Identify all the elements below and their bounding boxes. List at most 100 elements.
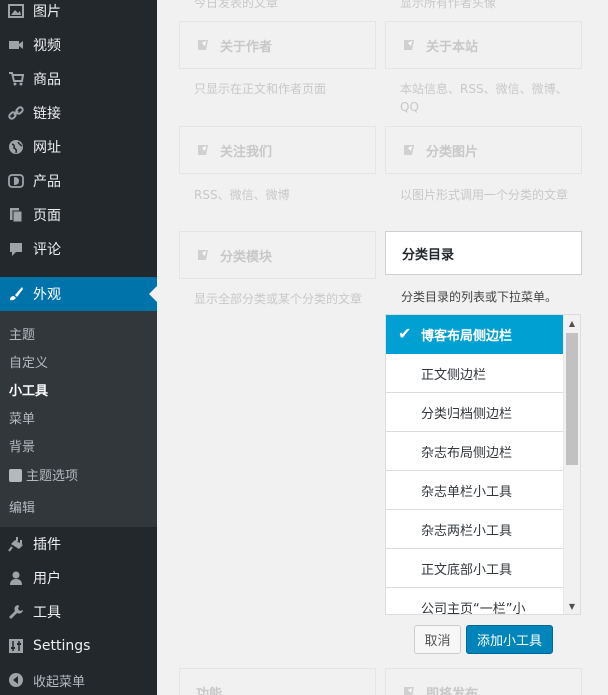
pages-icon	[6, 205, 26, 225]
widget-category-images[interactable]: 分类图片	[385, 126, 582, 174]
menu-label: 外观	[33, 287, 61, 303]
cart-icon	[6, 69, 26, 89]
submenu-menus[interactable]: 菜单	[9, 408, 35, 427]
widget-upcoming[interactable]: 即将发布	[385, 668, 582, 695]
sidebar-option-label: 正文侧边栏	[421, 367, 487, 383]
widget-desc: 本站信息、RSS、微信、微博、QQ	[400, 82, 568, 114]
widget-desc: 以图片形式调用一个分类的文章	[400, 188, 569, 202]
widget-categories-header[interactable]: 分类目录	[385, 231, 582, 275]
widget-follow-us[interactable]: 关注我们	[179, 126, 376, 174]
sidebar-option-label: 正文底部小工具	[421, 562, 513, 578]
widget-categories-desc: 分类目录的列表或下拉菜单。	[401, 290, 558, 304]
menu-item-video[interactable]: 视频	[0, 28, 157, 62]
submenu-background[interactable]: 背景	[9, 436, 35, 455]
menu-label: 商品	[33, 72, 61, 88]
menu-item-images[interactable]: 图片	[0, 0, 157, 28]
menu-item-tools[interactable]: 工具	[0, 595, 157, 629]
widget-about-site[interactable]: 关于本站	[385, 21, 582, 69]
sidebar-option[interactable]: 分类归档侧边栏	[386, 393, 565, 432]
widget-title: 功能	[196, 686, 223, 695]
widget-desc: 显示全部分类或某个分类的文章	[194, 292, 363, 306]
sidebar-option[interactable]: 正文底部小工具	[386, 549, 565, 588]
menu-item-appearance[interactable]: 外观	[0, 277, 157, 311]
menu-item-settings[interactable]: Settings	[0, 629, 157, 663]
menu-item-pages[interactable]: 页面	[0, 198, 157, 232]
globe-icon	[6, 137, 26, 157]
menu-label: 评论	[33, 242, 61, 258]
menu-item-comments[interactable]: 评论	[0, 232, 157, 266]
menu-item-urls[interactable]: 网址	[0, 130, 157, 164]
menu-item-collapse[interactable]: 收起菜单	[0, 663, 157, 695]
sidebar-option[interactable]: 杂志两栏小工具	[386, 510, 565, 549]
widget-title: 分类模块	[220, 249, 273, 265]
add-widget-button[interactable]: 添加小工具	[466, 625, 553, 654]
comment-icon	[6, 239, 26, 259]
sidebar-option-label: 杂志单栏小工具	[421, 484, 513, 500]
sidebar-option[interactable]: ✔ 博客布局侧边栏	[386, 315, 565, 354]
menu-label: 视频	[33, 38, 61, 54]
menu-label: 链接	[33, 106, 61, 122]
submenu-customize[interactable]: 自定义	[9, 352, 48, 371]
checkmark-icon: ✔	[398, 324, 412, 343]
widget-title: 即将发布	[426, 686, 479, 695]
widget-desc: 显示所有作者头像	[400, 0, 497, 10]
product-icon	[6, 171, 26, 191]
brush-icon	[6, 284, 26, 304]
widget-icon	[404, 40, 414, 50]
submenu-widgets[interactable]: 小工具	[9, 380, 48, 399]
link-icon	[6, 103, 26, 123]
sidebar-option[interactable]: 杂志单栏小工具	[386, 471, 565, 510]
theme-options-icon	[9, 469, 22, 482]
submenu-editor[interactable]: 编辑	[9, 497, 35, 516]
sidebar-option-label: 杂志布局侧边栏	[421, 445, 513, 461]
menu-label: 产品	[33, 174, 61, 190]
menu-item-product[interactable]: 产品	[0, 164, 157, 198]
wrench-icon	[6, 602, 26, 622]
sidebar-option-label: 分类归档侧边栏	[421, 406, 513, 422]
menu-label: 插件	[33, 537, 61, 553]
scroll-up-icon[interactable]: ▲	[564, 315, 580, 331]
menu-label: Settings	[33, 638, 91, 654]
scroll-down-icon[interactable]: ▼	[564, 598, 580, 614]
menu-label: 网址	[33, 140, 61, 156]
widget-icon	[198, 40, 208, 50]
sidebar-option[interactable]: 公司主页“一栏”小	[386, 588, 565, 614]
menu-item-users[interactable]: 用户	[0, 561, 157, 595]
scrollbar[interactable]: ▲ ▼	[563, 315, 580, 614]
menu-label: 收起菜单	[33, 674, 86, 690]
menu-item-links[interactable]: 链接	[0, 96, 157, 130]
widget-icon	[198, 250, 208, 260]
user-icon	[6, 568, 26, 588]
menu-label: 图片	[33, 4, 61, 20]
collapse-icon	[6, 670, 26, 690]
sidebar-option[interactable]: 杂志布局侧边栏	[386, 432, 565, 471]
menu-label: 工具	[33, 605, 61, 621]
submenu-themes[interactable]: 主题	[9, 324, 35, 343]
widget-category-module[interactable]: 分类模块	[179, 231, 376, 279]
admin-sidebar: 图片 视频 商品 链接 网址 产品 页面 评论 外观 主题 自定义 小工具 菜单…	[0, 0, 157, 695]
appearance-submenu: 主题 自定义 小工具 菜单 背景 主题选项 编辑	[0, 311, 157, 527]
menu-item-products[interactable]: 商品	[0, 62, 157, 96]
widget-about-author[interactable]: 关于作者	[179, 21, 376, 69]
sidebar-option-label: 博客布局侧边栏	[421, 328, 513, 344]
settings-icon	[6, 636, 26, 656]
widget-features[interactable]: 功能	[179, 668, 376, 695]
menu-label: 用户	[33, 571, 61, 587]
widget-title: 关注我们	[220, 144, 273, 160]
widget-desc: 今日发表的文章	[194, 0, 279, 10]
widget-title: 关于本站	[426, 39, 479, 55]
widget-icon	[198, 145, 208, 155]
sidebar-chooser-list[interactable]: ✔ 博客布局侧边栏 正文侧边栏 分类归档侧边栏 杂志布局侧边栏 杂志单栏小工具 …	[385, 314, 581, 615]
video-icon	[6, 35, 26, 55]
sidebar-option-label: 杂志两栏小工具	[421, 523, 513, 539]
scrollbar-thumb[interactable]	[566, 333, 578, 465]
plugin-icon	[6, 534, 26, 554]
widget-title: 关于作者	[220, 39, 273, 55]
submenu-theme-options[interactable]: 主题选项	[9, 465, 78, 484]
widget-desc: RSS、微信、微博	[194, 188, 290, 202]
sidebar-option[interactable]: 正文侧边栏	[386, 354, 565, 393]
menu-item-plugins[interactable]: 插件	[0, 527, 157, 561]
menu-label: 页面	[33, 208, 61, 224]
cancel-button[interactable]: 取消	[414, 625, 461, 654]
image-icon	[6, 1, 26, 21]
